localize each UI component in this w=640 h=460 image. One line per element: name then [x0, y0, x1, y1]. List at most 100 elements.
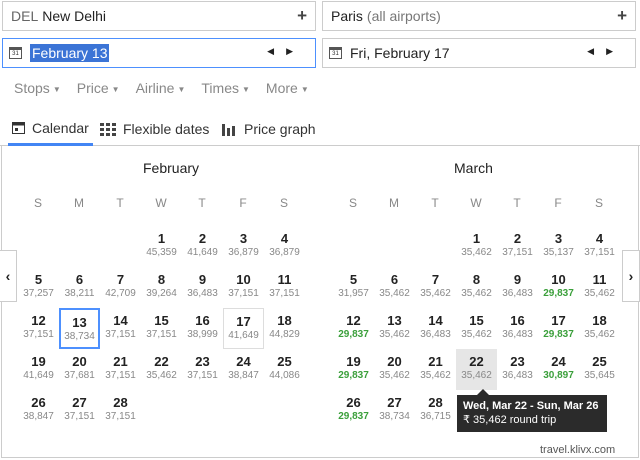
day-number: 3	[239, 231, 248, 246]
day-number: 19	[31, 354, 46, 369]
filter-price[interactable]: Price ▼	[77, 80, 120, 96]
calendar-day-cell[interactable]: 13 35,462	[374, 308, 415, 349]
caret-down-icon: ▼	[300, 84, 309, 94]
calendar-day-cell[interactable]: 18 44,829	[264, 308, 305, 349]
tab-calendar[interactable]: Calendar	[8, 112, 93, 146]
calendar-day-cell[interactable]: 9 36,483	[497, 267, 538, 308]
calendar-day-cell[interactable]: 24 30,897	[538, 349, 579, 390]
calendar-day-cell[interactable]: 4 36,879	[264, 226, 305, 267]
previous-month-button[interactable]: ‹	[0, 250, 17, 302]
day-price: 35,462	[379, 288, 410, 299]
filter-times[interactable]: Times ▼	[201, 80, 250, 96]
day-number: 13	[72, 315, 87, 330]
calendar-day-cell[interactable]: 1 45,359	[141, 226, 182, 267]
calendar-day-cell[interactable]: 3 36,879	[223, 226, 264, 267]
date-stepper-arrows-icon[interactable]: ◀▶	[587, 46, 625, 57]
calendar-day-cell[interactable]: 3 35,137	[538, 226, 579, 267]
calendar-day-cell[interactable]: 8 39,264	[141, 267, 182, 308]
day-number: 23	[195, 354, 210, 369]
calendar-day-cell[interactable]: 7 42,709	[100, 267, 141, 308]
calendar-day-cell[interactable]: 24 38,847	[223, 349, 264, 390]
calendar-day-cell[interactable]: 6 35,462	[374, 267, 415, 308]
filter-stops[interactable]: Stops ▼	[14, 80, 61, 96]
tab-flexible-dates[interactable]: Flexible dates	[100, 112, 209, 146]
calendar-day-cell[interactable]: 12 29,837	[333, 308, 374, 349]
calendar-day-cell[interactable]: 26 29,837	[333, 390, 374, 431]
calendar-day-cell[interactable]: 11 37,151	[264, 267, 305, 308]
calendar-day-cell[interactable]: 23 37,151	[182, 349, 223, 390]
calendar-day-cell[interactable]: 2 37,151	[497, 226, 538, 267]
calendar-day-cell[interactable]: 28 36,715	[415, 390, 456, 431]
calendar-day-cell[interactable]: 8 35,462	[456, 267, 497, 308]
calendar-day-cell[interactable]: 15 37,151	[141, 308, 182, 349]
calendar-day-cell[interactable]: 9 36,483	[182, 267, 223, 308]
calendar-day-cell[interactable]: 20 37,681	[59, 349, 100, 390]
day-number: 4	[280, 231, 289, 246]
day-number: 8	[157, 272, 166, 287]
calendar-day-cell[interactable]: 26 38,847	[18, 390, 59, 431]
calendar-day-cell[interactable]: 11 35,462	[579, 267, 620, 308]
day-number: 23	[510, 354, 525, 369]
calendar-day-cell[interactable]: 18 35,462	[579, 308, 620, 349]
day-price: 29,837	[543, 288, 574, 299]
calendar-day-cell[interactable]: 16 36,483	[497, 308, 538, 349]
calendar-day-cell[interactable]: 17 41,649	[223, 308, 264, 349]
calendar-day-cell[interactable]: 25 35,645	[579, 349, 620, 390]
calendar-day-cell[interactable]: 27 38,734	[374, 390, 415, 431]
depart-date-field[interactable]: 31 February 13 ◀▶	[2, 38, 316, 68]
calendar-day-cell[interactable]: 7 35,462	[415, 267, 456, 308]
calendar-day-cell[interactable]: 20 35,462	[374, 349, 415, 390]
filter-airline[interactable]: Airline ▼	[136, 80, 186, 96]
calendar-day-cell[interactable]: 16 38,999	[182, 308, 223, 349]
calendar-day-cell[interactable]: 14 36,483	[415, 308, 456, 349]
calendar-day-cell[interactable]: 22 35,462	[141, 349, 182, 390]
day-number: 12	[31, 313, 46, 328]
calendar-day-cell[interactable]: 19 29,837	[333, 349, 374, 390]
calendar-day-cell[interactable]: 14 37,151	[100, 308, 141, 349]
next-month-button[interactable]: ›	[622, 250, 640, 302]
day-number: 1	[472, 231, 481, 246]
calendar-day-cell[interactable]: 13 38,734	[59, 308, 100, 349]
calendar-day-cell[interactable]: 15 35,462	[456, 308, 497, 349]
day-number: 5	[34, 272, 43, 287]
calendar-day-cell[interactable]: 5 31,957	[333, 267, 374, 308]
calendar-icon: 31	[9, 47, 22, 59]
day-number: 5	[349, 272, 358, 287]
calendar-day-cell[interactable]: 22 35,462	[456, 349, 497, 390]
caret-down-icon: ▼	[52, 84, 61, 94]
origin-field[interactable]: DEL New Delhi +	[2, 1, 316, 31]
month-title-march: March	[454, 160, 493, 176]
calendar-day-cell[interactable]: 2 41,649	[182, 226, 223, 267]
calendar-day-cell[interactable]: 5 37,257	[18, 267, 59, 308]
calendar-day-cell[interactable]: 23 36,483	[497, 349, 538, 390]
calendar-day-cell[interactable]: 4 37,151	[579, 226, 620, 267]
return-date-field[interactable]: 31 Fri, February 17 ◀▶	[322, 38, 636, 68]
tab-price-graph[interactable]: Price graph	[222, 112, 316, 146]
calendar-day-cell[interactable]: 1 35,462	[456, 226, 497, 267]
grid-icon	[100, 122, 116, 136]
day-price: 35,462	[379, 329, 410, 340]
destination-field[interactable]: Paris (all airports) +	[322, 1, 636, 31]
day-price: 29,837	[338, 370, 369, 381]
day-price: 36,483	[420, 329, 451, 340]
add-origin-icon[interactable]: +	[297, 6, 307, 26]
calendar-day-cell[interactable]: 27 37,151	[59, 390, 100, 431]
day-price: 29,837	[338, 329, 369, 340]
calendar-day-cell[interactable]: 10 29,837	[538, 267, 579, 308]
day-price: 41,649	[228, 330, 259, 341]
calendar-day-cell[interactable]: 25 44,086	[264, 349, 305, 390]
calendar-day-cell[interactable]: 21 37,151	[100, 349, 141, 390]
calendar-day-cell[interactable]: 17 29,837	[538, 308, 579, 349]
filter-more[interactable]: More ▼	[266, 80, 309, 96]
day-number: 18	[277, 313, 292, 328]
calendar-day-cell[interactable]: 28 37,151	[100, 390, 141, 431]
calendar-day-cell[interactable]: 12 37,151	[18, 308, 59, 349]
day-price: 35,462	[461, 370, 492, 381]
day-number: 27	[72, 395, 87, 410]
date-stepper-arrows-icon[interactable]: ◀▶	[267, 46, 305, 57]
calendar-day-cell[interactable]: 19 41,649	[18, 349, 59, 390]
add-destination-icon[interactable]: +	[617, 6, 627, 26]
calendar-day-cell[interactable]: 10 37,151	[223, 267, 264, 308]
calendar-day-cell[interactable]: 21 35,462	[415, 349, 456, 390]
calendar-day-cell[interactable]: 6 38,211	[59, 267, 100, 308]
